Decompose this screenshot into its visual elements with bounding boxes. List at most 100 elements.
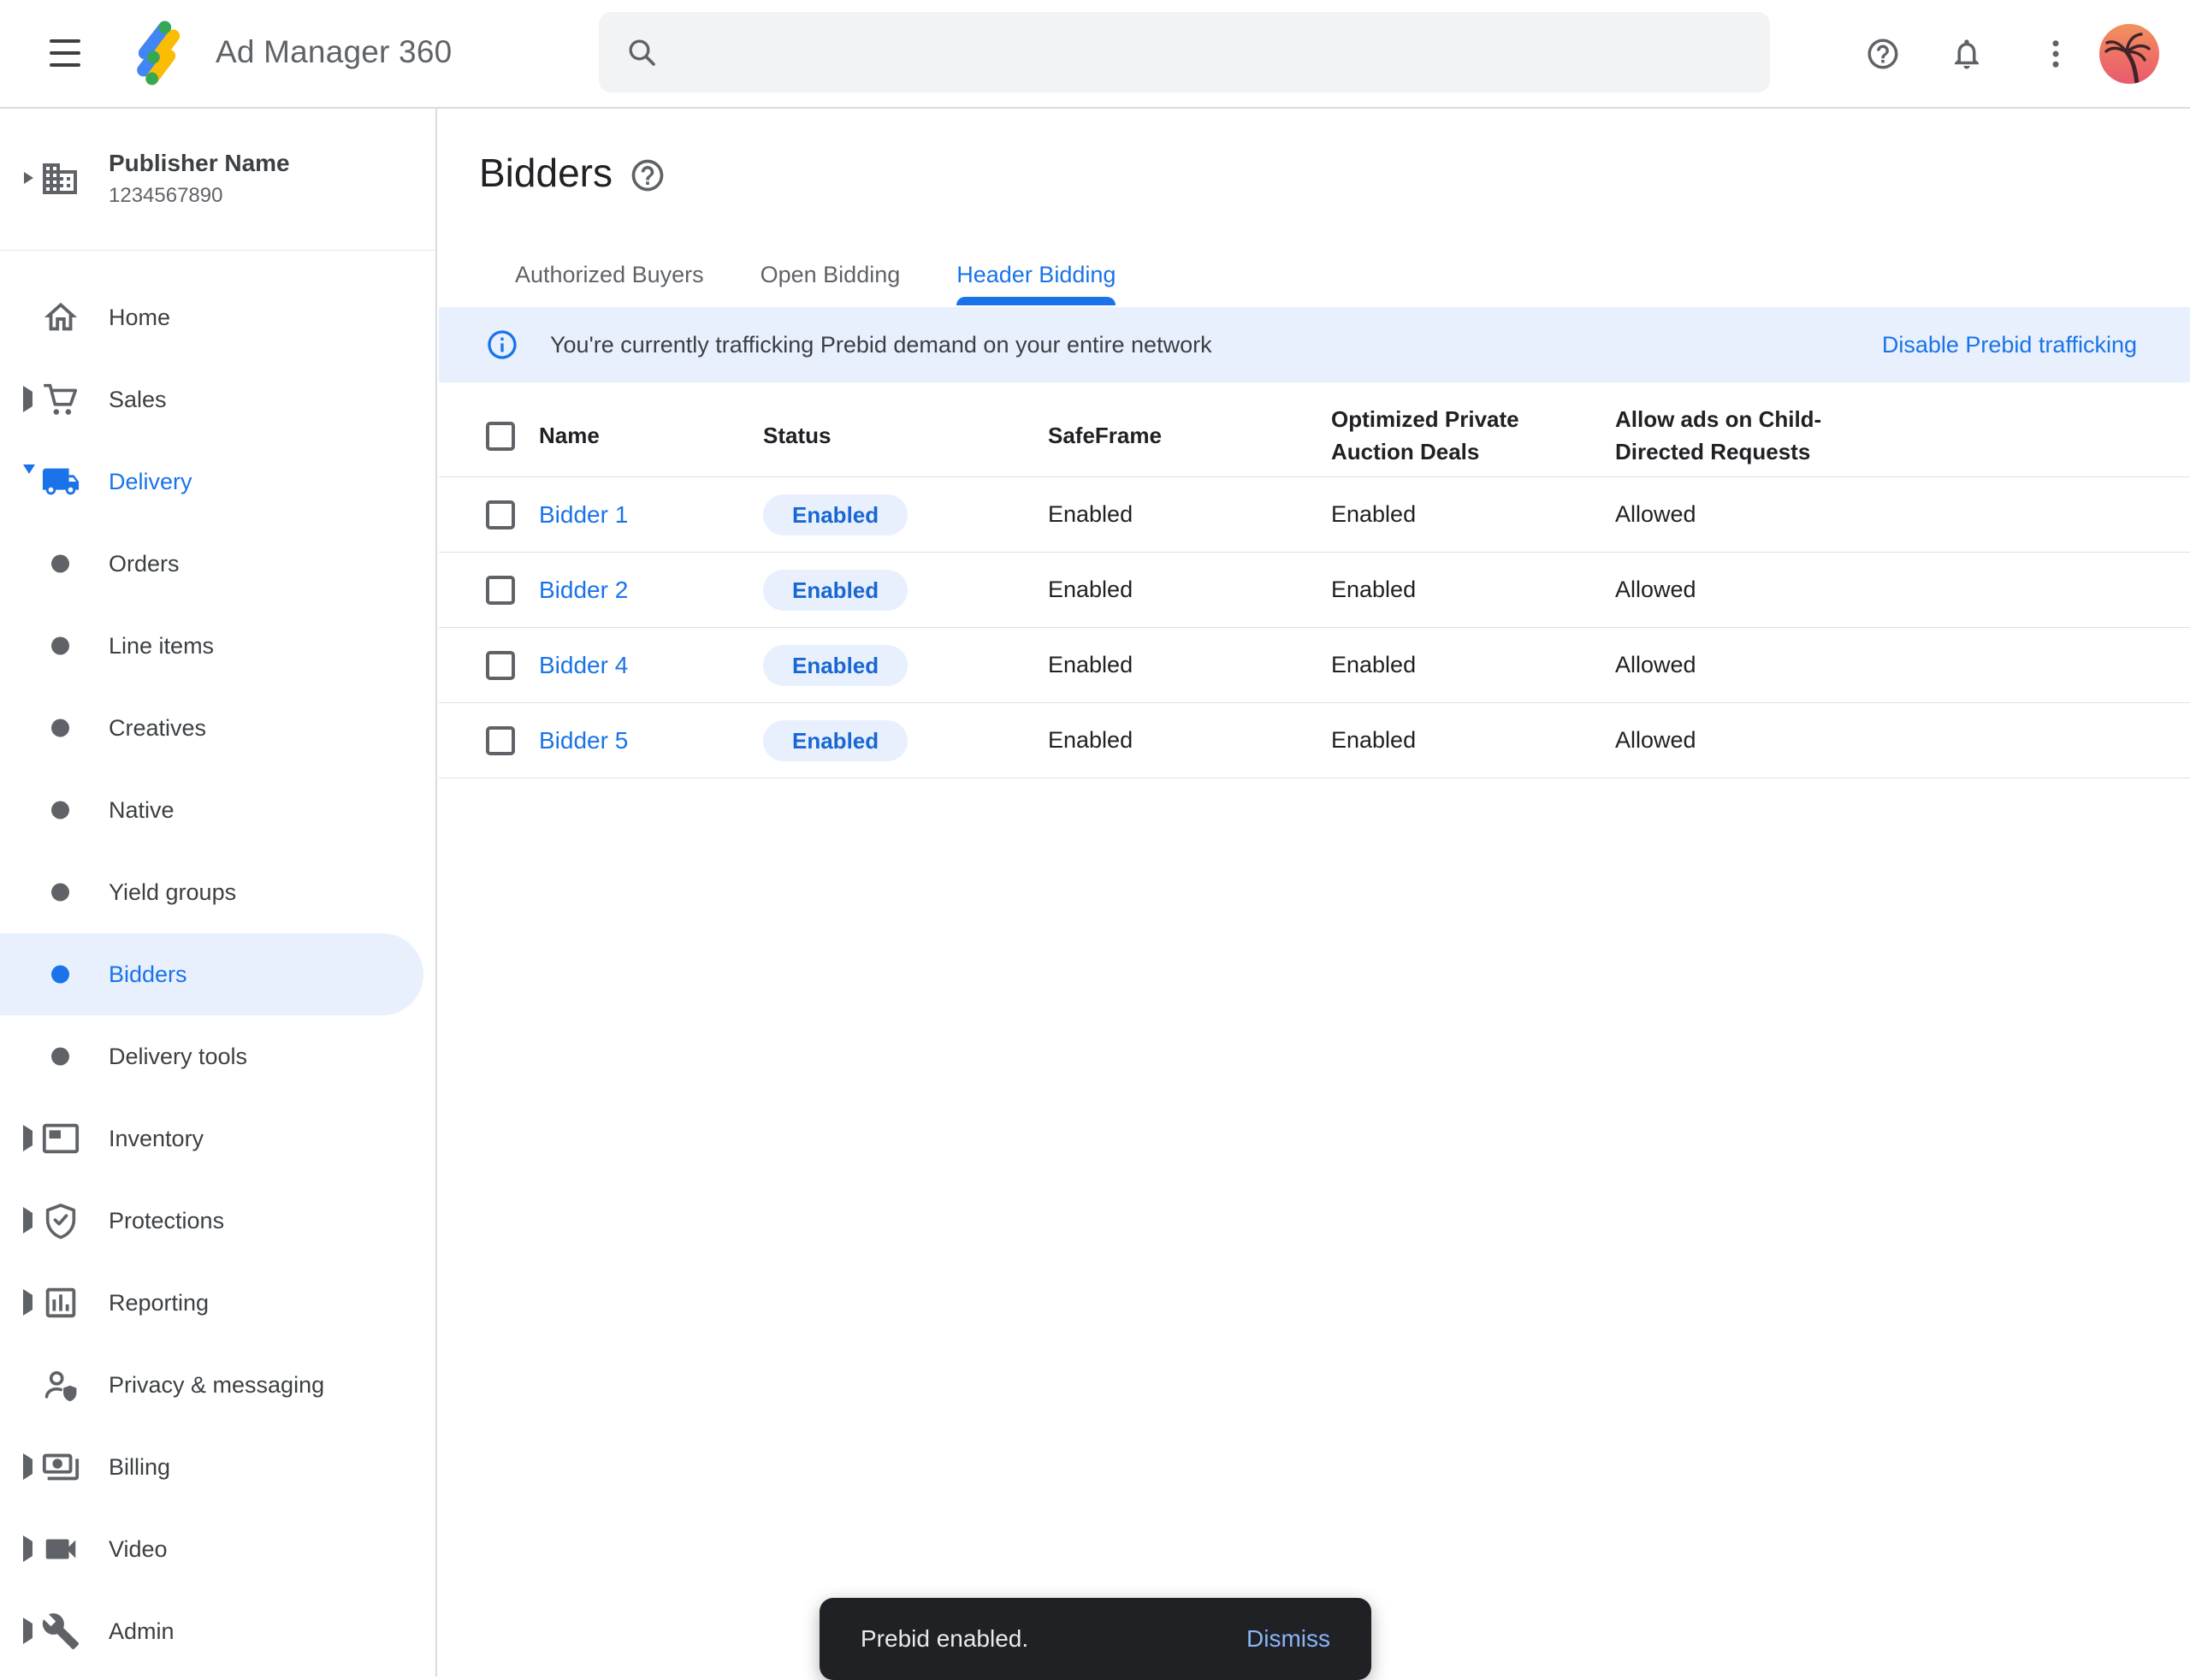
row-checkbox[interactable]	[486, 576, 515, 605]
sidebar-item-native[interactable]: Native	[0, 769, 437, 851]
prebid-status-banner: You're currently trafficking Prebid dema…	[439, 307, 2190, 382]
person-shield-icon	[41, 1365, 80, 1405]
select-all-checkbox[interactable]	[486, 422, 515, 451]
main-content: Bidders Authorized Buyers Open Bidding H…	[439, 109, 2190, 1677]
inventory-icon	[41, 1119, 80, 1158]
sidebar-item-admin[interactable]: Admin	[0, 1590, 437, 1672]
bidders-tabs: Authorized Buyers Open Bidding Header Bi…	[515, 251, 1116, 305]
dismiss-button[interactable]: Dismiss	[1246, 1625, 1330, 1653]
search-icon	[624, 35, 659, 69]
chevron-right-icon	[23, 1535, 33, 1562]
safeframe-cell: Enabled	[1048, 577, 1331, 603]
shield-check-icon	[41, 1201, 80, 1240]
page-title: Bidders	[479, 150, 613, 196]
allow-child-directed-cell: Allowed	[1615, 577, 2190, 603]
user-avatar[interactable]	[2099, 24, 2159, 84]
bidder-name-link[interactable]: Bidder 5	[539, 727, 628, 754]
bidder-name-link[interactable]: Bidder 4	[539, 652, 628, 678]
status-badge: Enabled	[763, 720, 908, 761]
sidebar-item-privacy-messaging[interactable]: Privacy & messaging	[0, 1344, 437, 1426]
chevron-right-icon	[23, 1207, 33, 1233]
chevron-right-icon	[23, 1618, 33, 1644]
sidebar-item-inventory[interactable]: Inventory	[0, 1097, 437, 1180]
table-row: Bidder 2 Enabled Enabled Enabled Allowed	[439, 553, 2190, 628]
home-icon	[41, 298, 80, 337]
safeframe-cell: Enabled	[1048, 501, 1331, 528]
app-title: Ad Manager 360	[216, 34, 452, 70]
sidebar-item-delivery[interactable]: Delivery	[0, 441, 437, 523]
optimized-private-auction-deals-cell: Enabled	[1331, 501, 1615, 528]
publisher-account-switcher[interactable]: Publisher Name 1234567890	[0, 109, 435, 251]
bar-chart-icon	[41, 1283, 80, 1322]
overflow-menu-icon[interactable]	[2038, 36, 2074, 72]
building-icon	[39, 158, 80, 199]
publisher-id: 1234567890	[109, 184, 222, 208]
video-camera-icon	[41, 1529, 80, 1569]
sidebar-item-sales[interactable]: Sales	[0, 358, 437, 441]
bidders-table-body: Bidder 1 Enabled Enabled Enabled Allowed…	[439, 477, 2190, 778]
page-help-icon[interactable]	[629, 157, 666, 194]
chevron-right-icon	[23, 1289, 33, 1316]
row-checkbox[interactable]	[486, 651, 515, 680]
chevron-down-icon	[23, 464, 35, 488]
sidebar-item-billing[interactable]: Billing	[0, 1426, 437, 1508]
row-checkbox[interactable]	[486, 726, 515, 755]
bidders-table: Name Status SafeFrame Optimized Private …	[439, 395, 2190, 778]
bullet-icon	[51, 719, 69, 737]
chevron-right-icon	[24, 172, 33, 184]
help-icon[interactable]	[1865, 36, 1901, 72]
column-header-status: Status	[763, 420, 1048, 453]
bidder-name-link[interactable]: Bidder 1	[539, 501, 628, 528]
bullet-icon	[51, 555, 69, 573]
sidebar-item-home[interactable]: Home	[0, 276, 437, 358]
sidebar-item-creatives[interactable]: Creatives	[0, 687, 437, 769]
banknote-icon	[41, 1447, 80, 1487]
safeframe-cell: Enabled	[1048, 727, 1331, 754]
tab-open-bidding[interactable]: Open Bidding	[761, 262, 901, 305]
sidebar: Publisher Name 1234567890 Home Sales Del…	[0, 109, 437, 1677]
search-input[interactable]	[679, 38, 1770, 67]
banner-message: You're currently trafficking Prebid dema…	[550, 332, 1212, 358]
tab-authorized-buyers[interactable]: Authorized Buyers	[515, 262, 704, 305]
search-bar[interactable]	[599, 12, 1770, 92]
info-icon	[485, 328, 519, 362]
chevron-right-icon	[23, 386, 33, 412]
bullet-icon	[51, 884, 69, 902]
notifications-icon[interactable]	[1949, 36, 1985, 72]
column-header-name: Name	[539, 420, 763, 453]
sidebar-item-protections[interactable]: Protections	[0, 1180, 437, 1262]
table-row: Bidder 4 Enabled Enabled Enabled Allowed	[439, 628, 2190, 703]
sidebar-item-delivery-tools[interactable]: Delivery tools	[0, 1015, 437, 1097]
column-header-allow-child-directed: Allow ads on Child-Directed Requests	[1615, 404, 1839, 468]
tab-header-bidding[interactable]: Header Bidding	[956, 262, 1116, 305]
safeframe-cell: Enabled	[1048, 652, 1331, 678]
bullet-icon	[51, 1048, 69, 1066]
sidebar-item-reporting[interactable]: Reporting	[0, 1262, 437, 1344]
sidebar-item-orders[interactable]: Orders	[0, 523, 437, 605]
sidebar-item-video[interactable]: Video	[0, 1508, 437, 1590]
truck-icon	[41, 462, 80, 501]
allow-child-directed-cell: Allowed	[1615, 652, 2190, 678]
bidder-name-link[interactable]: Bidder 2	[539, 577, 628, 603]
menu-icon[interactable]	[50, 37, 80, 69]
sidebar-item-bidders[interactable]: Bidders	[0, 933, 423, 1015]
bullet-icon	[51, 966, 69, 984]
column-header-safeframe: SafeFrame	[1048, 420, 1331, 453]
allow-child-directed-cell: Allowed	[1615, 501, 2190, 528]
table-row: Bidder 5 Enabled Enabled Enabled Allowed	[439, 703, 2190, 778]
optimized-private-auction-deals-cell: Enabled	[1331, 727, 1615, 754]
disable-prebid-link[interactable]: Disable Prebid trafficking	[1882, 332, 2137, 358]
allow-child-directed-cell: Allowed	[1615, 727, 2190, 754]
cart-icon	[41, 380, 80, 419]
bullet-icon	[51, 802, 69, 819]
sidebar-item-yield-groups[interactable]: Yield groups	[0, 851, 437, 933]
wrench-icon	[41, 1612, 80, 1651]
row-checkbox[interactable]	[486, 500, 515, 529]
palm-tree-icon	[2099, 24, 2159, 84]
chevron-right-icon	[23, 1453, 33, 1480]
column-header-optimized-private-auction-deals: Optimized Private Auction Deals	[1331, 404, 1555, 468]
optimized-private-auction-deals-cell: Enabled	[1331, 577, 1615, 603]
top-app-bar: Ad Manager 360	[0, 0, 2190, 109]
sidebar-item-line-items[interactable]: Line items	[0, 605, 437, 687]
ad-manager-logo[interactable]	[125, 19, 193, 87]
